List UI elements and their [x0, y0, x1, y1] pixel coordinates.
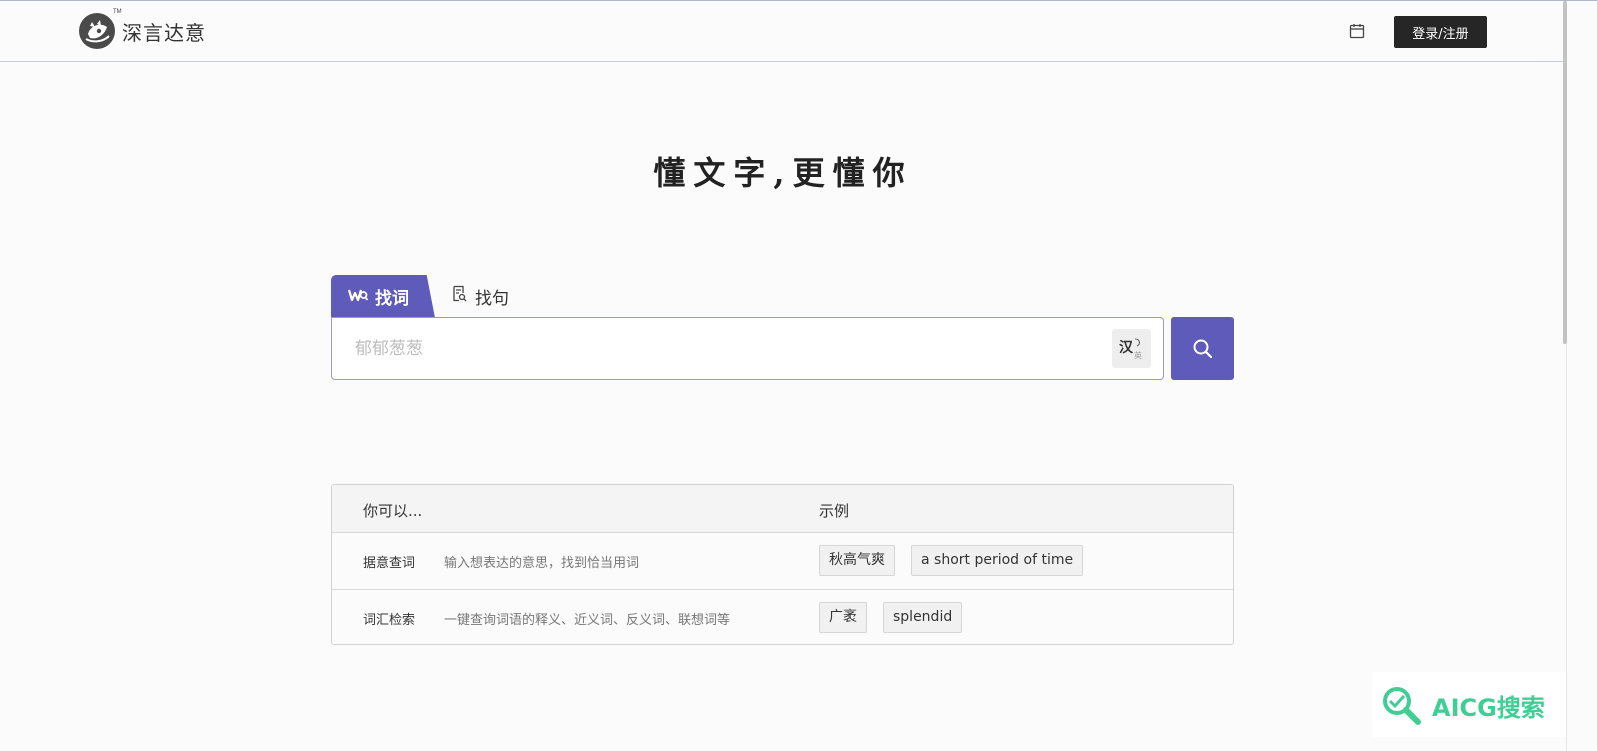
- trademark-label: TM: [113, 9, 122, 15]
- login-register-button[interactable]: 登录/注册: [1394, 16, 1487, 48]
- logo[interactable]: TM 深言达意: [78, 9, 206, 50]
- search-input[interactable]: [332, 318, 1102, 379]
- sentence-search-icon: [452, 285, 467, 307]
- logo-icon: TM: [78, 9, 122, 50]
- example-chip[interactable]: 秋高气爽: [819, 545, 895, 576]
- guide-row-vocab-lookup: 词汇检索 一键查询词语的释义、近义词、反义词、联想词等 广袤 splendid: [332, 589, 1233, 645]
- guide-header: 你可以... 示例: [332, 485, 1233, 533]
- language-toggle-button[interactable]: 汉 英: [1112, 329, 1151, 368]
- tab-find-sentence-label: 找句: [475, 288, 509, 309]
- watermark: AICG搜索: [1372, 672, 1566, 737]
- tab-find-sentence[interactable]: 找句: [452, 283, 509, 309]
- site-header: TM 深言达意 登录/注册: [0, 1, 1566, 62]
- usage-guide-table: 你可以... 示例 据意查词 输入想表达的意思，找到恰当用词 秋高气爽 a sh…: [331, 484, 1234, 645]
- search-button[interactable]: [1171, 317, 1234, 380]
- word-search-icon: [347, 288, 369, 305]
- search-icon: [1193, 339, 1212, 358]
- row-name: 据意查词: [363, 556, 416, 571]
- guide-col-can: 你可以...: [363, 502, 423, 520]
- brand-name: 深言达意: [122, 20, 206, 45]
- swap-icon: [1134, 338, 1140, 347]
- example-chip[interactable]: splendid: [883, 602, 963, 633]
- calendar-icon[interactable]: [1349, 23, 1365, 39]
- page-slogan: 懂文字,更懂你: [653, 154, 913, 192]
- language-toggle-main: 汉: [1119, 340, 1133, 356]
- guide-col-example: 示例: [819, 502, 850, 520]
- row-description: 输入想表达的意思，找到恰当用词: [444, 556, 640, 571]
- row-description: 一键查询词语的释义、近义词、反义词、联想词等: [444, 613, 731, 628]
- search-box: 汉 英: [331, 317, 1164, 380]
- guide-row-by-meaning: 据意查词 输入想表达的意思，找到恰当用词 秋高气爽 a short period…: [332, 533, 1233, 589]
- tab-find-word-label: 找词: [375, 289, 409, 309]
- watermark-text: AICG搜索: [1432, 694, 1545, 722]
- example-chip[interactable]: a short period of time: [911, 545, 1084, 576]
- magnifier-logo-icon: [1383, 687, 1421, 725]
- example-chip[interactable]: 广袤: [819, 602, 867, 633]
- tab-find-word[interactable]: 找词: [331, 275, 435, 318]
- language-toggle-sub: 英: [1134, 351, 1142, 360]
- row-name: 词汇检索: [363, 613, 416, 628]
